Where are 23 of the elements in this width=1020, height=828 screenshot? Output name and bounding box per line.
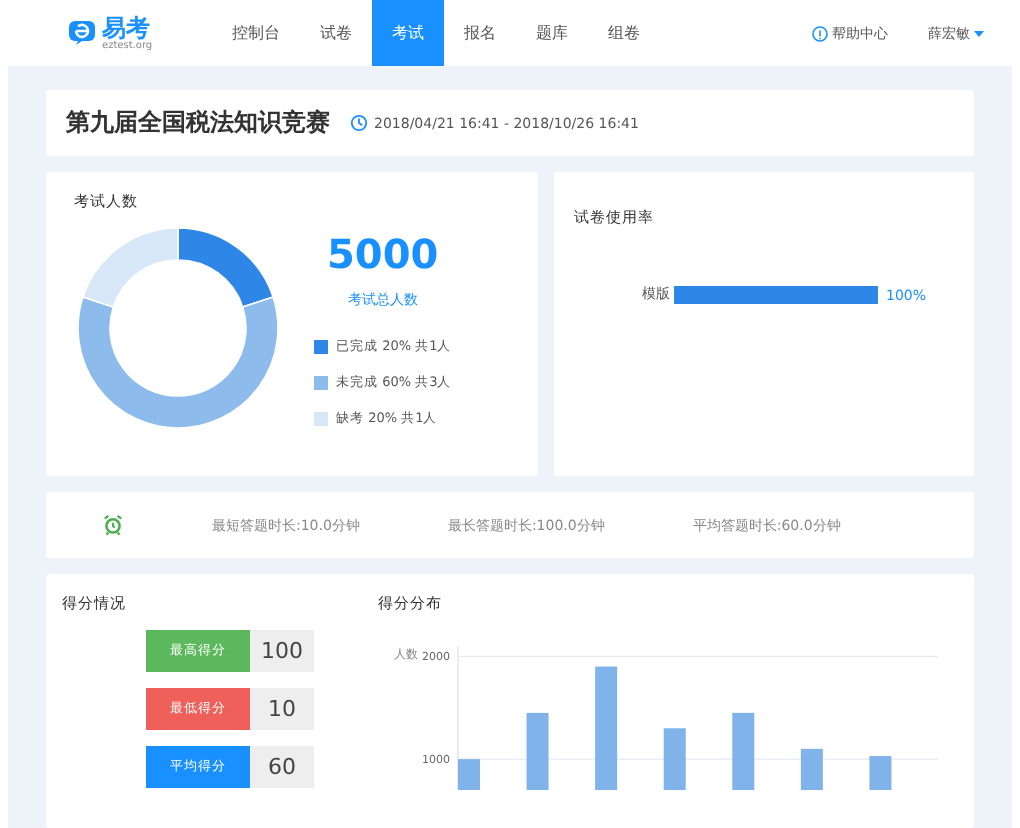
clock-icon [350, 114, 368, 132]
bar [595, 666, 618, 790]
exam-title: 第九届全国税法知识竞赛 [66, 106, 330, 140]
score-value: 100 [250, 630, 314, 672]
bar [458, 759, 480, 790]
score-value: 60 [250, 746, 314, 788]
alarm-clock-icon [102, 514, 124, 536]
nav-tab[interactable]: 组卷 [588, 0, 661, 66]
bar [526, 712, 549, 790]
nav-tab[interactable]: 报名 [444, 0, 517, 66]
bar [800, 748, 823, 790]
help-icon [812, 25, 828, 41]
caret-icon [974, 29, 984, 37]
bar [732, 712, 755, 790]
total-count: 5000 [327, 229, 439, 277]
score-value: 10 [250, 688, 314, 730]
bar [869, 756, 892, 790]
nav-tab[interactable]: 控制台 [212, 0, 301, 66]
logo-text: 易考 [102, 15, 152, 39]
bar [663, 728, 686, 790]
nav-tab[interactable]: 试卷 [300, 0, 373, 66]
logo-icon [68, 20, 96, 46]
nav-tab[interactable]: 题库 [516, 0, 589, 66]
